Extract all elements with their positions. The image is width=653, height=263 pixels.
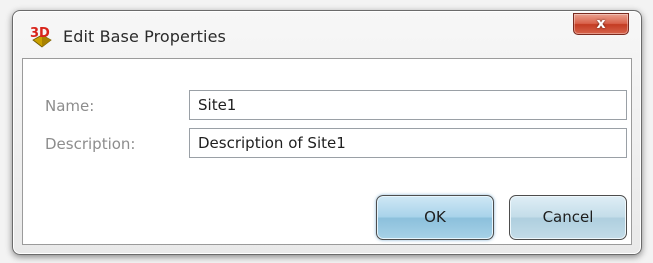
dialog-content: Name: Description: OK Cancel: [22, 58, 632, 245]
name-input[interactable]: [189, 90, 627, 120]
ok-button[interactable]: OK: [376, 195, 494, 240]
close-icon: x: [596, 16, 606, 32]
title-bar[interactable]: 3D Edit Base Properties x: [13, 11, 641, 58]
name-label: Name:: [45, 97, 95, 115]
close-button[interactable]: x: [573, 13, 629, 35]
description-input[interactable]: [189, 128, 627, 158]
dialog-title: Edit Base Properties: [63, 27, 226, 46]
3d-app-icon: 3D: [29, 25, 55, 49]
description-label: Description:: [45, 135, 136, 153]
edit-base-properties-dialog: 3D Edit Base Properties x Name: Descript…: [12, 10, 642, 255]
svg-text:3D: 3D: [30, 26, 50, 41]
cancel-button[interactable]: Cancel: [509, 195, 627, 240]
